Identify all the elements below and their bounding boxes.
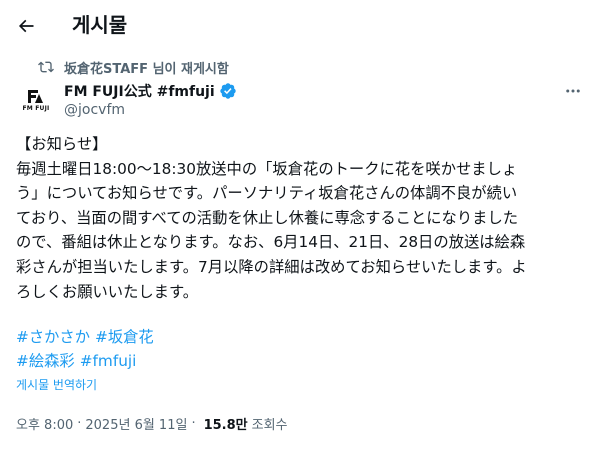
more-options-button[interactable]: [556, 80, 590, 102]
verified-badge-icon: [219, 82, 237, 100]
arrow-left-icon: [18, 19, 34, 33]
author-name[interactable]: FM FUJI公式 #fmfuji: [64, 81, 215, 101]
translate-post-link[interactable]: 게시물 번역하기: [16, 376, 97, 393]
post-date[interactable]: 2025년 6월 11일: [85, 414, 187, 433]
top-bar: 게시물: [0, 0, 600, 52]
post-text: 【お知らせ】 毎週土曜日18:00〜18:30放送中の「坂倉花のトークに花を咲か…: [16, 132, 588, 304]
avatar[interactable]: FM FUJI: [16, 80, 56, 120]
post-meta: 오후 8:00 · 2025년 6월 11일 · 15.8만 조회수: [16, 414, 288, 433]
post-line: ており、当面の間すべての活動を休止し休養に専念することになりました: [16, 208, 519, 227]
post-line: 【お知らせ】: [16, 135, 108, 153]
repost-indicator[interactable]: 坂倉花STAFF 님이 재게시함: [38, 58, 229, 77]
view-count: 15.8만: [203, 417, 248, 433]
repost-text: 坂倉花STAFF 님이 재게시함: [64, 61, 229, 77]
hashtags: #さかさか #坂倉花 #絵森彩 #fmfuji: [16, 325, 588, 373]
meta-separator: ·: [191, 415, 196, 431]
author-handle[interactable]: @jocvfm: [64, 102, 125, 118]
avatar-label: FM FUJI: [22, 105, 50, 112]
post-line: う」についてお知らせです。パーソナリティ坂倉花さんの体調不良が続い: [16, 184, 518, 203]
post-time[interactable]: 오후 8:00: [16, 414, 73, 433]
more-dots-icon: [566, 89, 580, 93]
meta-separator: ·: [77, 415, 82, 431]
hashtag-link[interactable]: #さかさか: [16, 328, 90, 346]
back-button[interactable]: [8, 8, 44, 44]
hashtag-link[interactable]: #fmfuji: [80, 352, 137, 370]
fm-fuji-logo: [28, 90, 43, 103]
hashtag-link[interactable]: #絵森彩: [16, 352, 75, 370]
author-name-row[interactable]: FM FUJI公式 #fmfuji: [64, 81, 237, 101]
repost-icon: [38, 59, 54, 75]
view-count-label: 조회수: [251, 417, 288, 433]
post-line: ろしくお願いいたします。: [16, 282, 199, 301]
post-line: 彩さんが担当いたします。7月以降の詳細は改めてお知らせいたします。よ: [16, 257, 527, 276]
page-title: 게시물: [72, 13, 128, 37]
post-line: ので、番組は休止となります。なお、6月14日、21日、28日の放送は絵森: [16, 233, 526, 252]
post-line: 毎週土曜日18:00〜18:30放送中の「坂倉花のトークに花を咲かせましょ: [16, 159, 518, 178]
hashtag-link[interactable]: #坂倉花: [95, 328, 154, 346]
